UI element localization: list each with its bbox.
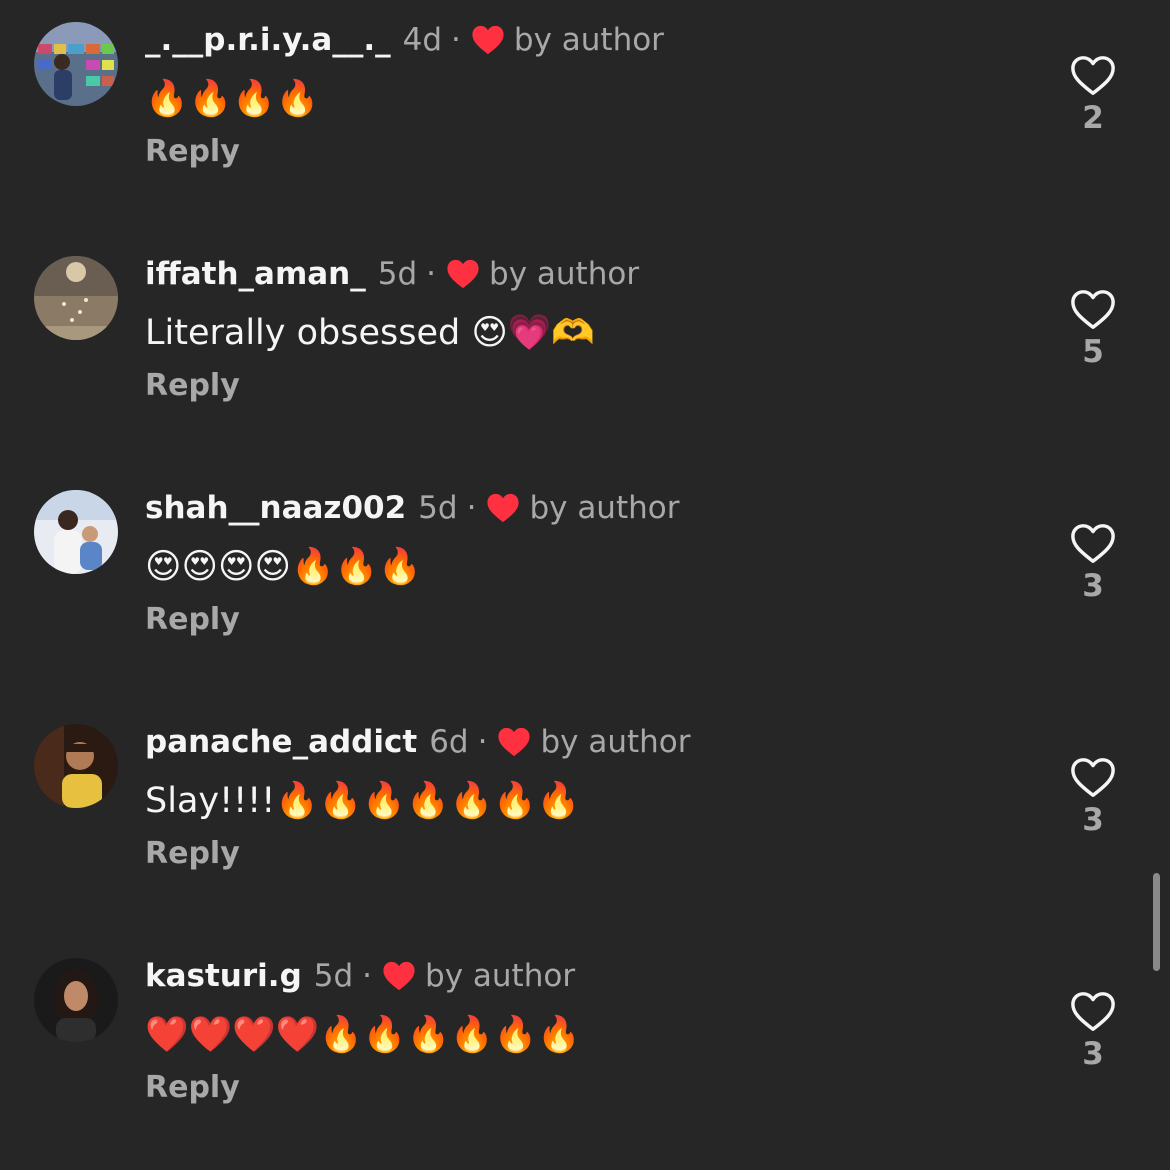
liked-by-author-label: by author	[513, 22, 664, 58]
comment-item: _._​_p.r.i.y.a__._ 4d · by author 🔥🔥🔥🔥 R…	[0, 0, 1170, 234]
heart-outline-icon[interactable]	[1070, 990, 1116, 1034]
timestamp: 5d	[418, 490, 458, 526]
heart-filled-icon	[487, 493, 520, 523]
separator-dot: ·	[466, 490, 477, 526]
comment-text: 🔥🔥🔥🔥	[145, 78, 320, 119]
comment-meta: panache_addict 6d · by author	[145, 720, 691, 764]
comment-meta: _._​_p.r.i.y.a__._ 4d · by author	[145, 18, 664, 62]
heart-outline-icon[interactable]	[1070, 54, 1116, 98]
username[interactable]: shah__naaz002	[145, 490, 406, 526]
like-count: 2	[1082, 100, 1104, 136]
timestamp: 5d	[377, 256, 418, 292]
comment-text: ❤️❤️❤️❤️🔥🔥🔥🔥🔥🔥	[145, 1014, 581, 1055]
comment-text: Literally obsessed 😍💗🫶	[145, 312, 595, 353]
comment-item: panache_addict 6d · by author Slay!!!!🔥🔥…	[0, 702, 1170, 936]
avatar[interactable]	[34, 724, 118, 808]
liked-by-author-label: by author	[489, 256, 640, 292]
comment-meta: shah__naaz002 5d · by author	[145, 486, 679, 530]
comment-item: iffath_aman_ 5d · by author Literally ob…	[0, 234, 1170, 468]
heart-filled-icon	[383, 961, 415, 991]
timestamp: 5d	[313, 958, 354, 994]
comment-text: 😍😍😍😍🔥🔥🔥	[145, 546, 422, 587]
reply-button[interactable]: Reply	[145, 368, 240, 403]
comment-item: kasturi.g 5d · by author ❤️❤️❤️❤️🔥🔥🔥🔥🔥🔥 …	[0, 936, 1170, 1170]
reply-button[interactable]: Reply	[145, 134, 240, 169]
reply-button[interactable]: Reply	[145, 836, 240, 871]
timestamp: 4d	[402, 22, 443, 58]
like-count: 3	[1082, 568, 1104, 604]
username[interactable]: _._​_p.r.i.y.a__._	[145, 22, 391, 58]
scrollbar[interactable]	[1153, 873, 1160, 971]
heart-outline-icon[interactable]	[1070, 756, 1116, 800]
avatar[interactable]	[34, 958, 118, 1042]
comment-meta: kasturi.g 5d · by author	[145, 954, 575, 998]
comment-text: Slay!!!!🔥🔥🔥🔥🔥🔥🔥	[145, 780, 581, 821]
comment-meta: iffath_aman_ 5d · by author	[145, 252, 639, 296]
separator-dot: ·	[362, 958, 373, 994]
separator-dot: ·	[477, 724, 488, 760]
username[interactable]: iffath_aman_	[145, 256, 366, 292]
avatar[interactable]	[34, 256, 118, 340]
liked-by-author-label: by author	[529, 490, 680, 526]
timestamp: 6d	[429, 724, 469, 760]
liked-by-author-label: by author	[540, 724, 691, 760]
username[interactable]: panache_addict	[145, 724, 417, 760]
username[interactable]: kasturi.g	[145, 958, 302, 994]
like-count: 3	[1082, 1036, 1104, 1072]
reply-button[interactable]: Reply	[145, 1070, 240, 1105]
liked-by-author-label: by author	[425, 958, 576, 994]
heart-filled-icon	[472, 25, 504, 55]
heart-filled-icon	[498, 727, 531, 757]
like-count: 5	[1082, 334, 1104, 370]
avatar[interactable]	[34, 490, 118, 574]
heart-filled-icon	[447, 259, 479, 289]
like-count: 3	[1082, 802, 1104, 838]
heart-outline-icon[interactable]	[1070, 288, 1116, 332]
heart-outline-icon[interactable]	[1070, 522, 1116, 566]
comment-item: shah__naaz002 5d · by author 😍😍😍😍🔥🔥🔥 Rep…	[0, 468, 1170, 702]
avatar[interactable]	[34, 22, 118, 106]
reply-button[interactable]: Reply	[145, 602, 240, 637]
separator-dot: ·	[451, 22, 461, 58]
separator-dot: ·	[426, 256, 437, 292]
